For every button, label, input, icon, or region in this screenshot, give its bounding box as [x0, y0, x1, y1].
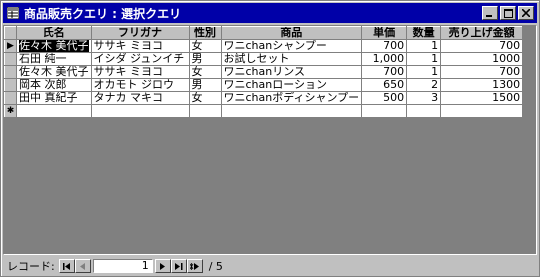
row-selector[interactable]: [4, 91, 17, 105]
column-header-product[interactable]: 商品: [220, 26, 363, 40]
cell-name[interactable]: 佐々木 美代子: [16, 39, 92, 53]
next-record-icon: [159, 262, 165, 270]
last-record-icon: [174, 262, 183, 270]
datasheet[interactable]: 氏名 フリガナ 性別 商品 単価 数量 売り上げ金額 ▶ 佐々木 美代子 ササキ…: [3, 25, 537, 255]
first-record-icon: [62, 262, 70, 270]
new-cell[interactable]: [220, 104, 363, 118]
minimize-button[interactable]: [482, 6, 498, 20]
new-record-row: ✱: [4, 104, 524, 118]
row-selector[interactable]: [4, 78, 17, 92]
cell-unit-price[interactable]: 700: [361, 39, 408, 53]
column-header-gender[interactable]: 性別: [188, 26, 222, 40]
cell-product[interactable]: ワニchanボディシャンプー: [220, 91, 363, 105]
title-bar[interactable]: 商品販売クエリ : 選択クエリ: [3, 3, 537, 23]
cell-name[interactable]: 石田 純一: [16, 52, 92, 66]
new-cell[interactable]: [361, 104, 408, 118]
cell-furigana[interactable]: イシダ ジュンイチ: [90, 52, 190, 66]
table-row: 佐々木 美代子 ササキ ミヨコ 女 ワニchanリンス 700 1 700: [4, 65, 524, 79]
column-header-quantity[interactable]: 数量: [406, 26, 442, 40]
row-selector[interactable]: [4, 52, 17, 66]
maximize-icon: [503, 8, 513, 18]
first-record-button[interactable]: [58, 259, 75, 273]
query-window: 商品販売クエリ : 選択クエリ 氏名 フリガナ 性別 商品 単価 数量 売り上げ…: [0, 0, 540, 277]
cell-furigana[interactable]: ササキ ミヨコ: [90, 65, 190, 79]
record-label: レコード:: [7, 260, 55, 273]
next-record-button[interactable]: [154, 259, 171, 273]
header-row: 氏名 フリガナ 性別 商品 単価 数量 売り上げ金額: [4, 26, 524, 40]
new-record-icon: [189, 262, 199, 270]
cell-name[interactable]: 岡本 次郎: [16, 78, 92, 92]
cell-sales-amount[interactable]: 700: [440, 65, 524, 79]
current-record-input[interactable]: 1: [92, 259, 153, 273]
select-all-cell[interactable]: [4, 26, 17, 40]
new-cell[interactable]: [406, 104, 442, 118]
cell-unit-price[interactable]: 1,000: [361, 52, 408, 66]
new-cell[interactable]: [16, 104, 92, 118]
cell-quantity[interactable]: 1: [406, 52, 442, 66]
maximize-button[interactable]: [500, 6, 516, 20]
cell-sales-amount[interactable]: 1000: [440, 52, 524, 66]
cell-quantity[interactable]: 2: [406, 78, 442, 92]
cell-sales-amount[interactable]: 1500: [440, 91, 524, 105]
query-icon[interactable]: [6, 6, 20, 20]
cell-furigana[interactable]: オカモト ジロウ: [90, 78, 190, 92]
window-title: 商品販売クエリ : 選択クエリ: [24, 6, 182, 21]
new-cell[interactable]: [90, 104, 190, 118]
cell-sales-amount[interactable]: 1300: [440, 78, 524, 92]
selected-text: 佐々木 美代子: [19, 39, 89, 52]
cell-furigana[interactable]: ササキ ミヨコ: [90, 39, 190, 53]
cell-furigana[interactable]: タナカ マキコ: [90, 91, 190, 105]
close-icon: [522, 9, 530, 17]
cell-quantity[interactable]: 1: [406, 65, 442, 79]
cell-name[interactable]: 佐々木 美代子: [16, 65, 92, 79]
new-record-button[interactable]: [186, 259, 203, 273]
close-button[interactable]: [518, 6, 534, 20]
cell-product[interactable]: ワニchanリンス: [220, 65, 363, 79]
column-header-furigana[interactable]: フリガナ: [90, 26, 190, 40]
cell-gender[interactable]: 女: [188, 39, 222, 53]
record-total: / 5: [208, 259, 223, 273]
column-header-unit-price[interactable]: 単価: [361, 26, 408, 40]
cell-sales-amount[interactable]: 700: [440, 39, 524, 53]
cell-product[interactable]: お試しセット: [220, 52, 363, 66]
record-navigator: レコード: 1 / 5: [3, 257, 537, 275]
table-row: ▶ 佐々木 美代子 ササキ ミヨコ 女 ワニchanシャンプー 700 1 70…: [4, 39, 524, 53]
new-cell[interactable]: [188, 104, 222, 118]
cell-quantity[interactable]: 3: [406, 91, 442, 105]
previous-record-button[interactable]: [74, 259, 91, 273]
cell-unit-price[interactable]: 700: [361, 65, 408, 79]
table-row: 石田 純一 イシダ ジュンイチ 男 お試しセット 1,000 1 1000: [4, 52, 524, 66]
cell-gender[interactable]: 男: [188, 52, 222, 66]
new-cell[interactable]: [440, 104, 524, 118]
table-row: 岡本 次郎 オカモト ジロウ 男 ワニchanローション 650 2 1300: [4, 78, 524, 92]
previous-record-icon: [79, 262, 85, 270]
cell-product[interactable]: ワニchanローション: [220, 78, 363, 92]
cell-name[interactable]: 田中 真紀子: [16, 91, 92, 105]
table-row: 田中 真紀子 タナカ マキコ 女 ワニchanボディシャンプー 500 3 15…: [4, 91, 524, 105]
column-header-sales-amount[interactable]: 売り上げ金額: [440, 26, 524, 40]
last-record-button[interactable]: [170, 259, 187, 273]
column-header-name[interactable]: 氏名: [16, 26, 92, 40]
cell-unit-price[interactable]: 500: [361, 91, 408, 105]
datasheet-table: 氏名 フリガナ 性別 商品 単価 数量 売り上げ金額 ▶ 佐々木 美代子 ササキ…: [4, 26, 524, 118]
cell-unit-price[interactable]: 650: [361, 78, 408, 92]
minimize-icon: [486, 15, 492, 17]
row-selector[interactable]: ▶: [4, 39, 17, 53]
cell-gender[interactable]: 男: [188, 78, 222, 92]
new-record-marker[interactable]: ✱: [4, 104, 17, 118]
cell-gender[interactable]: 女: [188, 91, 222, 105]
row-selector[interactable]: [4, 65, 17, 79]
cell-quantity[interactable]: 1: [406, 39, 442, 53]
cell-product[interactable]: ワニchanシャンプー: [220, 39, 363, 53]
cell-gender[interactable]: 女: [188, 65, 222, 79]
